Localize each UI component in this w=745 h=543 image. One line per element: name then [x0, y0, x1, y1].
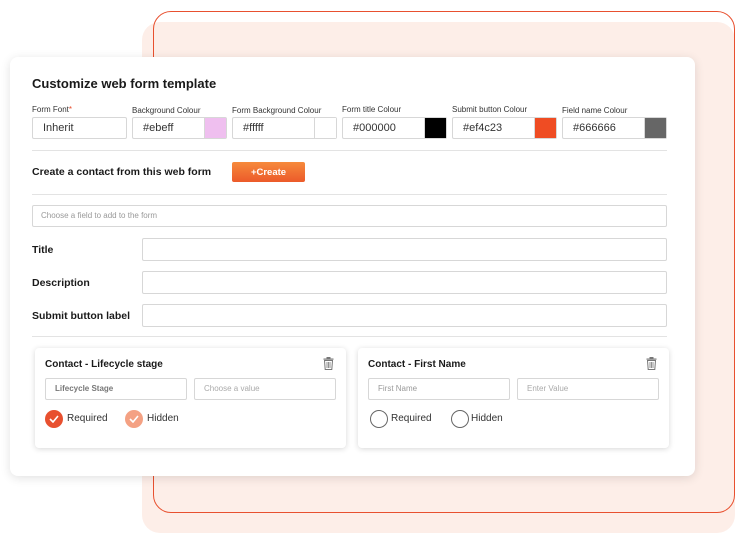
- form-title-colour-swatch[interactable]: [424, 118, 446, 138]
- hidden-checkbox[interactable]: [451, 410, 469, 428]
- trash-icon[interactable]: [646, 357, 657, 370]
- divider: [32, 150, 667, 151]
- hidden-label: Hidden: [471, 413, 503, 424]
- form-background-colour-label: Form Background Colour: [232, 106, 322, 115]
- description-field-label: Description: [32, 277, 90, 289]
- divider: [32, 336, 667, 337]
- title-input[interactable]: [142, 238, 667, 261]
- required-label: Required: [67, 413, 108, 424]
- required-checkbox[interactable]: [370, 410, 388, 428]
- value-select[interactable]: Choose a value: [194, 378, 336, 400]
- hidden-checkbox[interactable]: [125, 410, 143, 428]
- background-colour-label: Background Colour: [132, 106, 201, 115]
- trash-icon[interactable]: [323, 357, 334, 370]
- create-contact-label: Create a contact from this web form: [32, 166, 212, 178]
- page-title: Customize web form template: [32, 76, 217, 91]
- field-card-first-name: Contact - First Name First Name Enter Va…: [358, 348, 669, 448]
- form-font-label: Form Font*: [32, 105, 73, 114]
- required-label: Required: [391, 413, 432, 424]
- form-background-colour-swatch[interactable]: [314, 118, 336, 138]
- field-name-colour-swatch[interactable]: [644, 118, 666, 138]
- form-font-input[interactable]: Inherit: [32, 117, 127, 139]
- divider: [32, 194, 667, 195]
- submit-button-label-input[interactable]: [142, 304, 667, 327]
- check-icon: [49, 415, 59, 423]
- check-icon: [129, 415, 139, 423]
- card-title: Contact - First Name: [368, 359, 466, 370]
- description-input[interactable]: [142, 271, 667, 294]
- value-input[interactable]: Enter Value: [517, 378, 659, 400]
- choose-field-input[interactable]: Choose a field to add to the form: [32, 205, 667, 227]
- title-field-label: Title: [32, 244, 54, 256]
- form-background-colour-input[interactable]: #fffff: [232, 117, 337, 139]
- field-select[interactable]: First Name: [368, 378, 510, 400]
- card-title: Contact - Lifecycle stage: [45, 359, 163, 370]
- form-title-colour-label: Form title Colour: [342, 105, 402, 114]
- required-checkbox[interactable]: [45, 410, 63, 428]
- hidden-label: Hidden: [147, 413, 179, 424]
- background-colour-swatch[interactable]: [204, 118, 226, 138]
- submit-button-colour-label: Submit button Colour: [452, 105, 528, 114]
- web-form-customizer: Customize web form template Form Font* B…: [10, 57, 695, 476]
- field-name-colour-input[interactable]: #666666: [562, 117, 667, 139]
- field-card-lifecycle-stage: Contact - Lifecycle stage Lifecycle Stag…: [35, 348, 346, 448]
- submit-button-colour-input[interactable]: #ef4c23: [452, 117, 557, 139]
- submit-button-colour-swatch[interactable]: [534, 118, 556, 138]
- create-button[interactable]: +Create: [232, 162, 305, 182]
- background-colour-input[interactable]: #ebeff: [132, 117, 227, 139]
- field-select[interactable]: Lifecycle Stage: [45, 378, 187, 400]
- form-title-colour-input[interactable]: #000000: [342, 117, 447, 139]
- field-name-colour-label: Field name Colour: [562, 106, 628, 115]
- submit-label-field-label: Submit button label: [32, 310, 130, 322]
